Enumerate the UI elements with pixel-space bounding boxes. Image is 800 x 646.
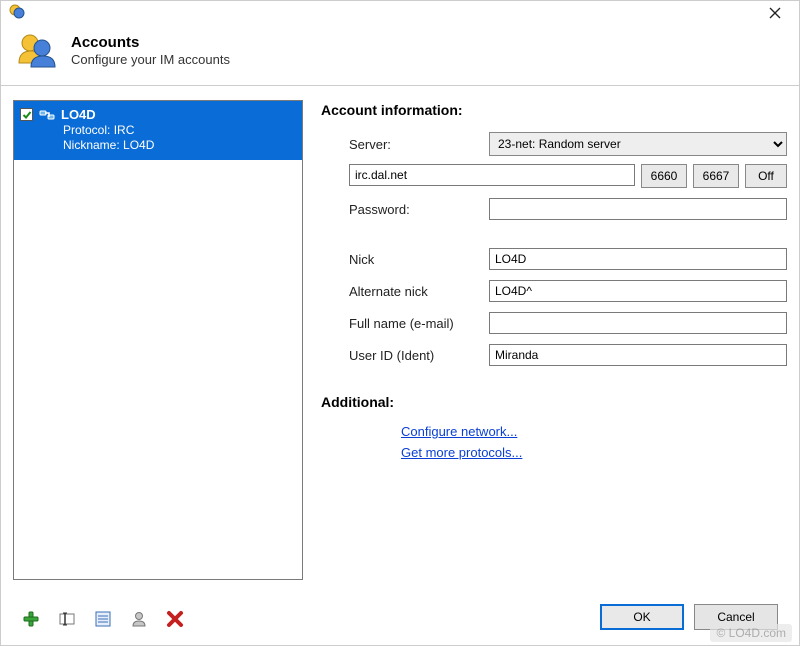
altnick-input[interactable] [489,280,787,302]
fullname-label: Full name (e-mail) [349,316,479,331]
nick-label: Nick [349,252,479,267]
password-label: Password: [349,202,479,217]
plus-icon[interactable] [22,610,40,628]
app-icon [9,4,25,23]
account-nickname: Nickname: LO4D [61,138,154,152]
nick-input[interactable] [489,248,787,270]
ssl-off-button[interactable]: Off [745,164,787,188]
password-input[interactable] [489,198,787,220]
account-protocol: Protocol: IRC [61,123,154,137]
accounts-list[interactable]: LO4D Protocol: IRC Nickname: LO4D [13,100,303,580]
accounts-toolbar [22,610,184,628]
section-additional: Additional: [321,394,787,410]
userid-label: User ID (Ident) [349,348,479,363]
get-protocols-link[interactable]: Get more protocols... [401,445,522,460]
port2-button[interactable]: 6667 [693,164,739,188]
page-title: Accounts [71,34,230,51]
fullname-input[interactable] [489,312,787,334]
watermark: © LO4D.com [710,624,792,642]
server-host-input[interactable] [349,164,635,186]
protocol-icon [39,107,55,123]
user-icon[interactable] [130,610,148,628]
port1-button[interactable]: 6660 [641,164,687,188]
server-select[interactable]: 23-net: Random server [489,132,787,156]
accounts-icon [15,29,57,71]
altnick-label: Alternate nick [349,284,479,299]
delete-icon[interactable] [166,610,184,628]
section-account-info: Account information: [321,102,787,118]
account-name: LO4D [61,107,154,122]
ok-button[interactable]: OK [600,604,684,630]
options-icon[interactable] [94,610,112,628]
configure-network-link[interactable]: Configure network... [401,424,517,439]
userid-input[interactable] [489,344,787,366]
account-item[interactable]: LO4D Protocol: IRC Nickname: LO4D [14,101,302,160]
header: Accounts Configure your IM accounts [1,23,799,85]
server-label: Server: [349,137,479,152]
page-subtitle: Configure your IM accounts [71,52,230,67]
close-button[interactable] [763,7,787,25]
rename-icon[interactable] [58,610,76,628]
account-checkbox[interactable] [20,108,33,121]
